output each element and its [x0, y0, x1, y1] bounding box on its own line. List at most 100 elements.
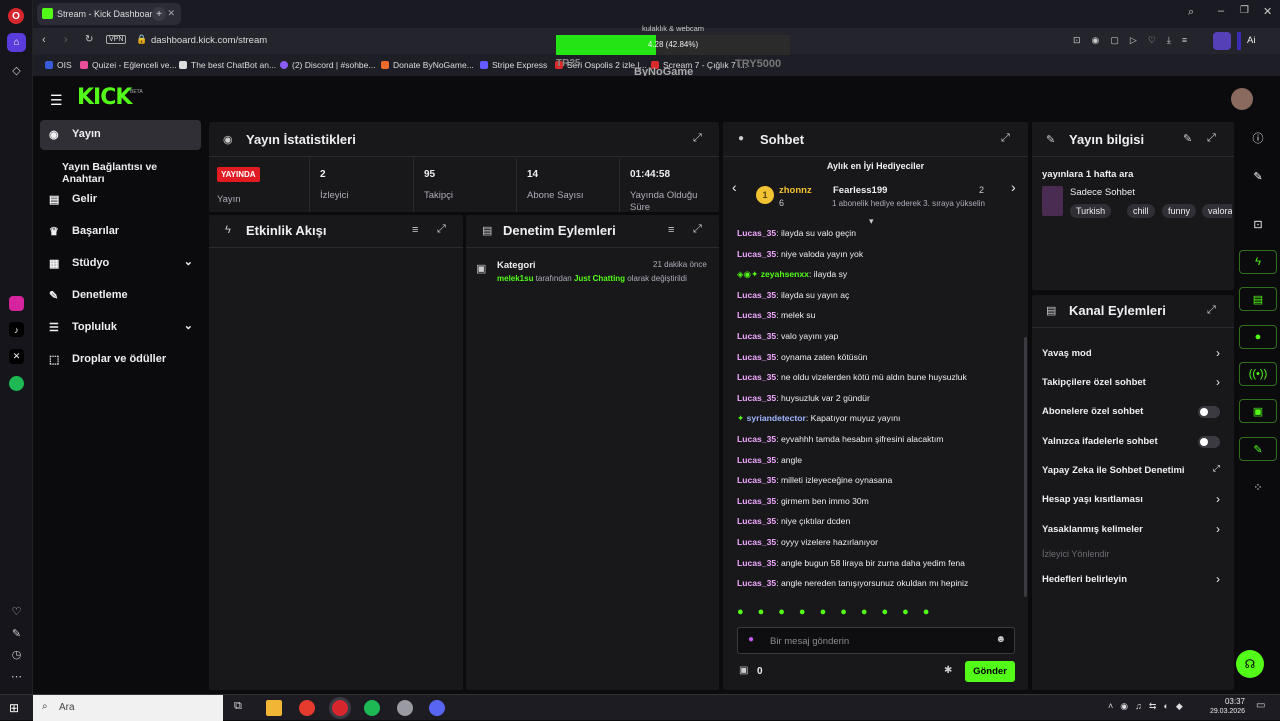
followers-only-action[interactable]: Takipçilere özel sohbet — [1042, 377, 1146, 388]
nav-achievements[interactable]: ♛ Başarılar — [40, 217, 201, 247]
spotify-taskbar-icon[interactable] — [364, 700, 380, 716]
emote-bar[interactable]: ●●●●●●●●●● — [737, 606, 943, 618]
edit-icon[interactable]: ✎ — [9, 626, 24, 641]
chevron-right-icon[interactable]: › — [1216, 492, 1220, 506]
x-icon[interactable]: ✕ — [9, 349, 24, 364]
pencil-icon[interactable]: ✎ — [1239, 164, 1277, 188]
banned-words-action[interactable]: Yasaklanmış kelimeler — [1042, 524, 1143, 535]
chat-username[interactable]: Lucas_35 — [737, 496, 776, 506]
file-explorer-icon[interactable] — [266, 700, 282, 716]
document-rail-icon[interactable]: ▤ — [1239, 287, 1277, 311]
instagram-icon[interactable] — [9, 296, 24, 311]
chat-username[interactable]: Lucas_35 — [737, 578, 776, 588]
spotify-icon[interactable] — [9, 376, 24, 391]
popout-icon[interactable]: ⤢ — [693, 223, 702, 236]
popout-icon[interactable]: ⤢ — [1207, 132, 1216, 145]
bookmark-item[interactable]: Stripe Express — [480, 60, 547, 70]
bookmark-item[interactable]: (2) Discord | #sohbe... — [280, 60, 375, 70]
taskbar-search[interactable]: ⌕ Ara — [33, 695, 223, 721]
chat-username[interactable]: syriandetector — [747, 413, 806, 423]
kick-logo[interactable]: KICK — [77, 85, 132, 110]
heart-icon[interactable]: ♡ — [9, 604, 24, 619]
history-icon[interactable]: ◷ — [9, 647, 24, 662]
back-icon[interactable]: ‹ — [42, 34, 46, 46]
chat-username[interactable]: Lucas_35 — [737, 249, 776, 259]
tiktok-icon[interactable]: ♪ — [9, 322, 24, 337]
nav-revenue[interactable]: ▤ Gelir — [40, 185, 201, 215]
extension-icon[interactable] — [1213, 32, 1231, 50]
avatar[interactable] — [1231, 88, 1253, 110]
chat-rail-icon[interactable]: ● — [1239, 325, 1277, 349]
windows-start-icon[interactable]: ⊞ — [9, 701, 19, 715]
chevron-right-icon[interactable]: › — [1216, 346, 1220, 360]
bookmark-item[interactable]: Quizei - Eğlenceli ve... — [80, 60, 177, 70]
popout-icon[interactable]: ⤢ — [437, 223, 446, 236]
minimize-icon[interactable]: – — [1218, 5, 1224, 17]
chrome-icon[interactable] — [299, 700, 315, 716]
discord-icon[interactable] — [429, 700, 445, 716]
wrench-rail-icon[interactable]: ✎ — [1239, 437, 1277, 461]
new-tab-icon[interactable]: + — [152, 7, 166, 21]
bolt-rail-icon[interactable]: ϟ — [1239, 250, 1277, 274]
nav-drops[interactable]: ⬚ Droplar ve ödüller — [40, 345, 201, 375]
chat-username[interactable]: Lucas_35 — [737, 393, 776, 403]
ai-moderation-action[interactable]: Yapay Zeka ile Sohbet Denetimi — [1042, 465, 1185, 476]
chat-username[interactable]: Lucas_35 — [737, 290, 776, 300]
goals-action[interactable]: Hedefleri belirleyin — [1042, 574, 1127, 585]
chat-username[interactable]: zeyahsenxx — [761, 269, 809, 279]
filter-icon[interactable]: ≡ — [668, 224, 674, 236]
chevron-right-icon[interactable]: › — [1216, 522, 1220, 536]
chat-username[interactable]: Lucas_35 — [737, 228, 776, 238]
next-gifter-icon[interactable]: › — [1011, 179, 1016, 195]
opera-icon[interactable] — [332, 700, 348, 716]
nav-moderation[interactable]: ✎ Denetleme — [40, 281, 201, 311]
collapse-icon[interactable]: ▾ — [869, 216, 874, 227]
channel-rail-icon[interactable]: ▣ — [1239, 399, 1277, 423]
chat-username[interactable]: Lucas_35 — [737, 372, 776, 382]
aria-ai-button[interactable]: Ai — [1247, 35, 1255, 46]
tray-icons[interactable]: ˄◉♫⇆◐◆ — [1108, 701, 1190, 712]
nav-stream-key[interactable]: Yayın Bağlantısı ve Anahtarı — [40, 153, 201, 185]
nav-studio[interactable]: ▦ Stüdyo ⌄ — [40, 249, 201, 279]
bookmark-item[interactable]: Donate ByNoGame... — [381, 60, 474, 70]
chat-scrollbar[interactable] — [1024, 337, 1027, 597]
broadcast-rail-icon[interactable]: ((•)) — [1239, 362, 1277, 386]
mic-icon[interactable]: ● — [748, 634, 754, 645]
close-tab-icon[interactable]: ✕ — [167, 8, 175, 19]
toolbar-icons[interactable]: ⊡◉▢▷♡⤓≡ — [1073, 35, 1198, 46]
search-tabs-icon[interactable]: ⌕ — [1188, 6, 1194, 19]
popout-icon[interactable]: ⤢ — [1207, 304, 1216, 317]
account-age-action[interactable]: Hesap yaşı kısıtlaması — [1042, 494, 1143, 505]
emoji-icon[interactable]: ☻ — [995, 634, 1006, 645]
chat-username[interactable]: Lucas_35 — [737, 352, 776, 362]
popout-icon[interactable]: ⤢ — [1001, 132, 1010, 145]
menu-icon[interactable]: ☰ — [50, 92, 63, 109]
info-icon[interactable]: ⓘ — [1239, 126, 1277, 150]
opera-logo-icon[interactable]: O — [8, 8, 24, 24]
chat-username[interactable]: Lucas_35 — [737, 516, 776, 526]
chat-username[interactable]: Lucas_35 — [737, 434, 776, 444]
emote-only-toggle[interactable] — [1198, 436, 1220, 448]
send-button[interactable]: Gönder — [965, 661, 1015, 682]
more-icon[interactable]: ⋯ — [9, 669, 24, 684]
obs-icon[interactable] — [397, 700, 413, 716]
chat-username[interactable]: Lucas_35 — [737, 558, 776, 568]
chevron-right-icon[interactable]: › — [1216, 572, 1220, 586]
bookmark-item[interactable]: The best ChatBot an... — [179, 60, 276, 70]
chat-username[interactable]: Lucas_35 — [737, 310, 776, 320]
subs-only-toggle[interactable] — [1198, 406, 1220, 418]
nav-community[interactable]: ☰ Topluluk ⌄ — [40, 313, 201, 343]
edit-icon[interactable]: ✎ — [1183, 132, 1192, 145]
maximize-icon[interactable]: ❐ — [1240, 5, 1249, 16]
chat-input[interactable]: ● Bir mesaj gönderin ☻ — [737, 627, 1015, 654]
close-window-icon[interactable]: ✕ — [1263, 5, 1272, 18]
notification-icon[interactable]: ▭ — [1256, 700, 1265, 711]
nav-stream[interactable]: ◉ Yayın — [40, 120, 201, 150]
filter-icon[interactable]: ≡ — [412, 224, 418, 236]
url-text[interactable]: dashboard.kick.com/stream — [151, 35, 267, 46]
vpn-badge[interactable]: VPN — [106, 35, 127, 44]
chat-username[interactable]: Lucas_35 — [737, 455, 776, 465]
support-icon[interactable]: ☊ — [1236, 650, 1264, 678]
pin-icon[interactable]: ◇ — [9, 63, 24, 78]
apps-icon[interactable]: ⁘ — [1239, 475, 1277, 499]
